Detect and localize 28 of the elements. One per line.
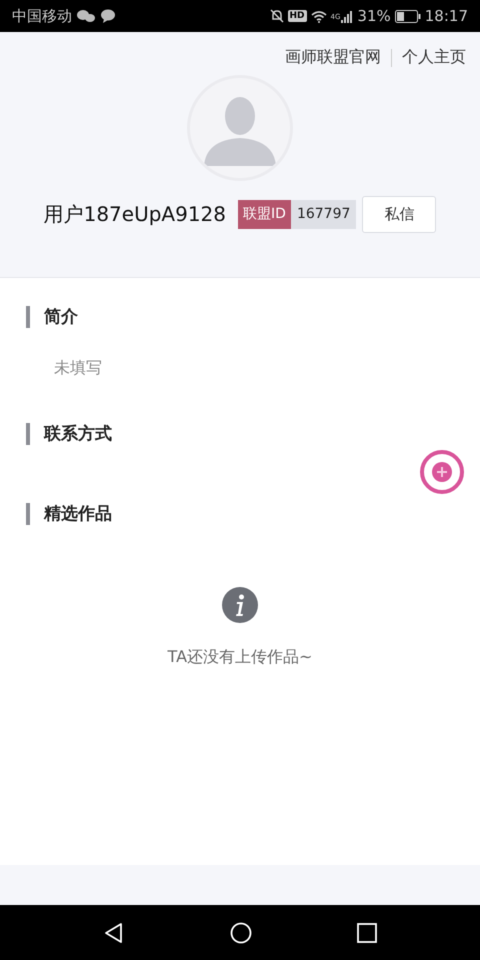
clock-time: 18:17 — [424, 7, 468, 25]
wifi-icon — [310, 10, 327, 22]
section-title: 简介 — [26, 306, 454, 328]
home-icon[interactable] — [230, 922, 252, 944]
info-icon — [222, 587, 258, 623]
speech-bubble-icon — [100, 9, 116, 23]
chat-bubbles-icon — [76, 9, 96, 23]
message-button[interactable]: 私信 — [362, 196, 436, 233]
hd-badge: HD — [288, 10, 307, 22]
empty-message: TA还没有上传作品~ — [168, 647, 312, 668]
recents-icon[interactable] — [357, 922, 378, 942]
header-link[interactable]: 个人主页 — [402, 47, 466, 68]
id-value: 167797 — [290, 200, 356, 229]
section-title: 联系方式 — [26, 423, 454, 445]
signal-icon — [341, 10, 354, 22]
battery-icon — [394, 10, 421, 22]
back-icon[interactable] — [102, 922, 125, 944]
avatar-silhouette-icon — [186, 74, 294, 182]
username: 用户187eUpA9128 — [44, 201, 226, 228]
id-label: 联盟ID — [238, 200, 291, 229]
plus-icon — [432, 462, 452, 482]
carrier-name: 中国移动 — [12, 6, 72, 26]
battery-percent: 31% — [357, 7, 391, 25]
section-title: 精选作品 — [26, 503, 454, 525]
section-text: 未填写 — [54, 358, 103, 379]
header-link[interactable]: 画师联盟官网 — [285, 47, 381, 68]
muted-bell-icon — [270, 9, 284, 23]
add-button[interactable] — [420, 450, 464, 494]
